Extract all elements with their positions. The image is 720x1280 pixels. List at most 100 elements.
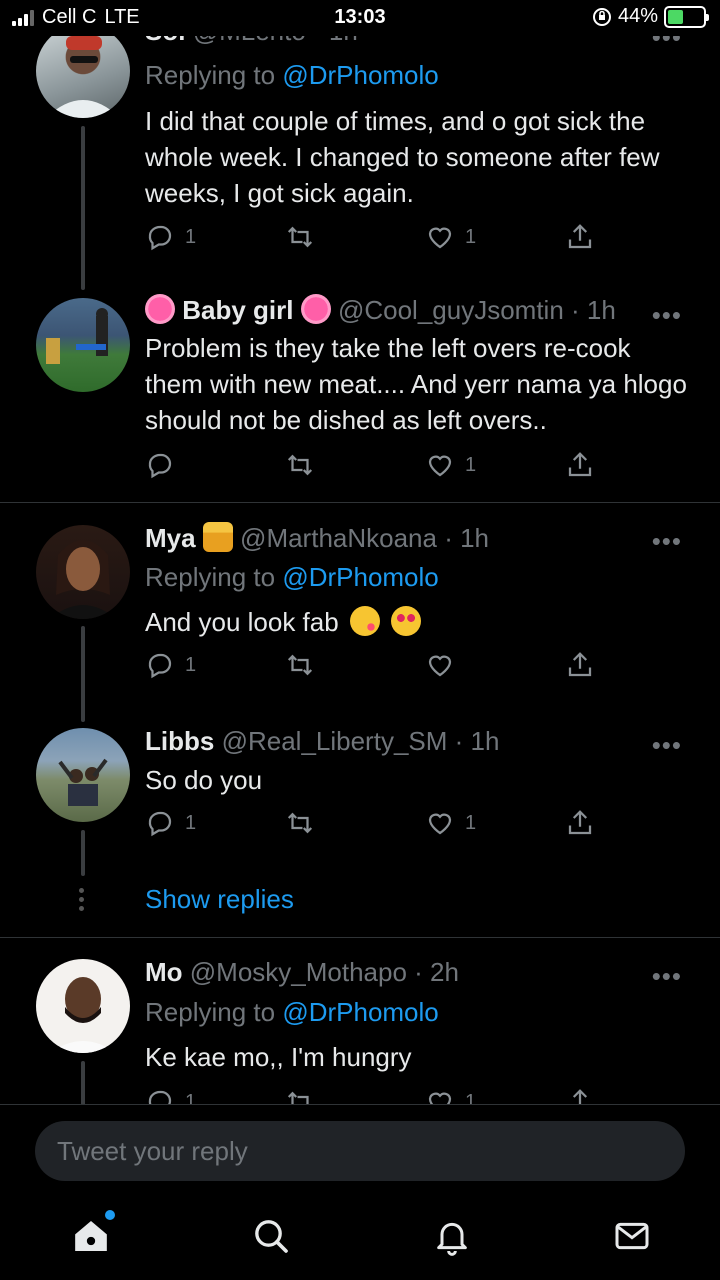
author-name[interactable]: Baby girl xyxy=(182,295,293,325)
heart-icon xyxy=(428,455,452,477)
replying-to: Replying to @DrPhomolo xyxy=(145,60,439,90)
share-icon xyxy=(568,652,592,677)
heart-icon xyxy=(428,1092,452,1104)
mention-link[interactable]: @DrPhomolo xyxy=(282,562,438,592)
retweet-button[interactable] xyxy=(285,650,325,680)
like-button[interactable]: 1 xyxy=(425,222,476,252)
divider xyxy=(0,502,720,503)
tweet-text: And you look fab xyxy=(145,604,695,640)
tweet-actions: 1 1 xyxy=(145,222,605,256)
reply-icon xyxy=(148,653,172,679)
battery-percent: 44% xyxy=(617,5,658,27)
tab-messages[interactable] xyxy=(612,1216,652,1256)
mention-link[interactable]: @DrPhomolo xyxy=(282,997,438,1027)
new-content-dot xyxy=(105,1210,115,1220)
battery-icon xyxy=(664,5,709,28)
share-icon xyxy=(568,810,592,835)
reply-icon xyxy=(148,811,172,837)
avatar[interactable] xyxy=(36,728,130,822)
heart-emoji-icon xyxy=(300,294,331,324)
more-options-icon[interactable]: ••• xyxy=(652,526,682,557)
heart-icon xyxy=(428,227,452,249)
tweet-actions: 1 xyxy=(145,450,605,484)
tab-notifications[interactable] xyxy=(432,1216,472,1256)
tweet-time: 2h xyxy=(430,957,459,987)
retweet-button[interactable] xyxy=(285,450,325,480)
heart-emoji-icon xyxy=(145,294,175,324)
avatar[interactable] xyxy=(36,298,130,392)
reply-icon xyxy=(148,453,172,479)
more-options-icon[interactable]: ••• xyxy=(652,730,682,761)
like-count: 1 xyxy=(465,453,477,476)
heart-icon xyxy=(428,813,452,835)
retweet-button[interactable] xyxy=(285,808,325,838)
like-count: 1 xyxy=(465,811,477,834)
tweet-text: Problem is they take the left overs re-c… xyxy=(145,333,687,435)
show-replies-link[interactable]: Show replies xyxy=(145,884,294,915)
retweet-icon xyxy=(287,654,313,676)
like-button[interactable]: 1 xyxy=(425,808,476,838)
avatar[interactable] xyxy=(36,24,130,118)
retweet-button[interactable] xyxy=(285,1087,325,1104)
reply-button[interactable] xyxy=(145,450,185,480)
share-button[interactable] xyxy=(565,808,595,838)
heart-icon xyxy=(428,655,452,677)
reply-button[interactable]: 1 xyxy=(145,1087,196,1104)
reply-icon xyxy=(148,225,172,251)
share-button[interactable] xyxy=(565,1087,595,1104)
reply-icon xyxy=(148,1090,172,1104)
retweet-icon xyxy=(287,812,313,834)
tweet-time: 1h xyxy=(470,726,500,756)
reply-composer: Tweet your reply xyxy=(0,1104,720,1200)
share-icon xyxy=(568,452,592,477)
author-handle[interactable]: @Mosky_Mothapo xyxy=(190,957,407,987)
like-button[interactable] xyxy=(425,650,465,680)
tab-home[interactable] xyxy=(71,1210,115,1256)
tweet-actions: 1 xyxy=(145,650,605,684)
reply-count: 1 xyxy=(185,1090,197,1105)
like-button[interactable]: 1 xyxy=(425,1087,476,1104)
mention-link[interactable]: @DrPhomolo xyxy=(282,60,438,90)
avatar[interactable] xyxy=(36,959,130,1053)
reply-button[interactable]: 1 xyxy=(145,222,196,252)
like-button[interactable]: 1 xyxy=(425,450,476,480)
replying-to: Replying to @DrPhomolo xyxy=(145,997,439,1027)
author-name[interactable]: Mya xyxy=(145,523,196,553)
share-button[interactable] xyxy=(565,222,595,252)
avatar[interactable] xyxy=(36,525,130,619)
tweet-actions: 1 1 xyxy=(145,1087,605,1104)
retweet-icon xyxy=(287,454,313,476)
reply-button[interactable]: 1 xyxy=(145,808,196,838)
thread-line xyxy=(81,830,85,876)
retweet-icon xyxy=(287,1091,309,1104)
share-button[interactable] xyxy=(565,450,595,480)
author-handle[interactable]: @Cool_guyJsomtin xyxy=(338,295,564,325)
share-icon xyxy=(568,224,592,249)
author-handle[interactable]: @Real_Liberty_SM xyxy=(222,726,448,756)
author-handle[interactable]: @MarthaNkoana xyxy=(240,523,437,553)
more-options-icon[interactable]: ••• xyxy=(652,300,682,331)
reply-button[interactable]: 1 xyxy=(145,650,196,680)
tab-search[interactable] xyxy=(251,1216,291,1256)
author-name[interactable]: Mo xyxy=(145,957,183,987)
reply-feed[interactable]: Sol @MLento · 1h ••• Replying to @DrPhom… xyxy=(0,0,720,1104)
kissing-face-emoji-icon xyxy=(349,606,380,636)
tweet-text: Ke kae mo,, I'm hungry xyxy=(145,1042,412,1072)
author-name[interactable]: Libbs xyxy=(145,726,214,756)
home-icon xyxy=(75,1221,107,1251)
share-button[interactable] xyxy=(565,650,595,680)
reply-input[interactable]: Tweet your reply xyxy=(35,1121,685,1181)
thread-line xyxy=(81,626,85,722)
retweet-button[interactable] xyxy=(285,222,325,252)
tweet-actions: 1 1 xyxy=(145,808,605,842)
honey-pot-emoji-icon xyxy=(202,522,233,552)
more-options-icon[interactable]: ••• xyxy=(652,961,682,992)
bottom-tab-bar xyxy=(0,1200,720,1280)
status-bar: Cell C LTE 13:03 44% xyxy=(0,0,720,36)
reply-count: 1 xyxy=(185,811,197,834)
reply-count: 1 xyxy=(185,225,197,248)
rotation-lock-icon xyxy=(592,7,611,26)
thread-line xyxy=(81,1061,85,1104)
reply-count: 1 xyxy=(185,653,197,676)
like-count: 1 xyxy=(465,225,477,248)
